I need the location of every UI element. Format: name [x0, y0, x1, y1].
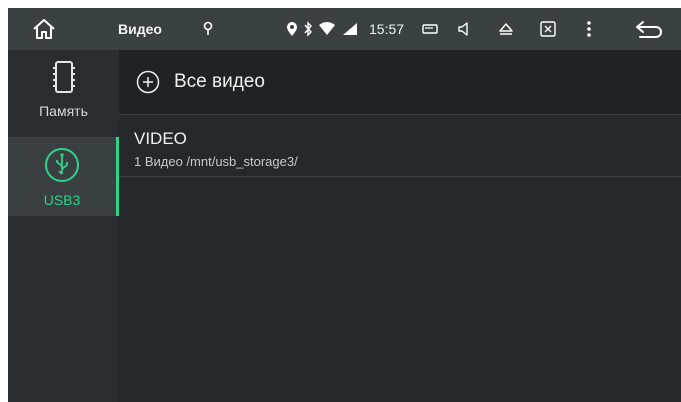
- back-icon[interactable]: [632, 8, 666, 50]
- divider: [119, 176, 681, 177]
- app-title: Видео: [118, 21, 162, 37]
- location-icon: [285, 8, 299, 50]
- more-icon[interactable]: [578, 8, 600, 50]
- divider: [119, 114, 681, 115]
- clock: 15:57: [369, 21, 405, 37]
- app-window: Видео 15:57 Память USB3 Все видео VIDEO …: [8, 8, 681, 402]
- folder-name: VIDEO: [134, 129, 187, 148]
- add-circle-icon: [136, 70, 160, 94]
- window-icon[interactable]: [419, 8, 441, 50]
- sidebar-item-label: Память: [39, 103, 88, 119]
- signal-icon: [341, 8, 359, 50]
- bluetooth-icon: [301, 8, 315, 50]
- close-box-icon[interactable]: [537, 8, 559, 50]
- video-list-panel: Все видео VIDEO 1 Видео /mnt/usb_storage…: [119, 50, 681, 402]
- usb-icon: [44, 147, 80, 188]
- folder-details: 1 Видео /mnt/usb_storage3/: [134, 154, 298, 169]
- all-videos-label: Все видео: [174, 71, 265, 92]
- storage-sidebar: Память USB3: [8, 50, 119, 402]
- status-bar: Видео 15:57: [8, 8, 681, 50]
- sidebar-item-memory[interactable]: Память: [8, 50, 119, 124]
- volume-icon[interactable]: [454, 8, 476, 50]
- eject-icon[interactable]: [495, 8, 517, 50]
- sidebar-item-usb3[interactable]: USB3: [8, 137, 119, 216]
- home-icon[interactable]: [26, 8, 62, 50]
- sd-card-icon: [52, 60, 75, 99]
- all-videos-item[interactable]: Все видео: [119, 50, 681, 114]
- folder-row[interactable]: VIDEO 1 Видео /mnt/usb_storage3/: [119, 116, 681, 176]
- wifi-icon: [317, 8, 337, 50]
- location-icon: [200, 8, 216, 50]
- sidebar-item-label: USB3: [43, 192, 81, 208]
